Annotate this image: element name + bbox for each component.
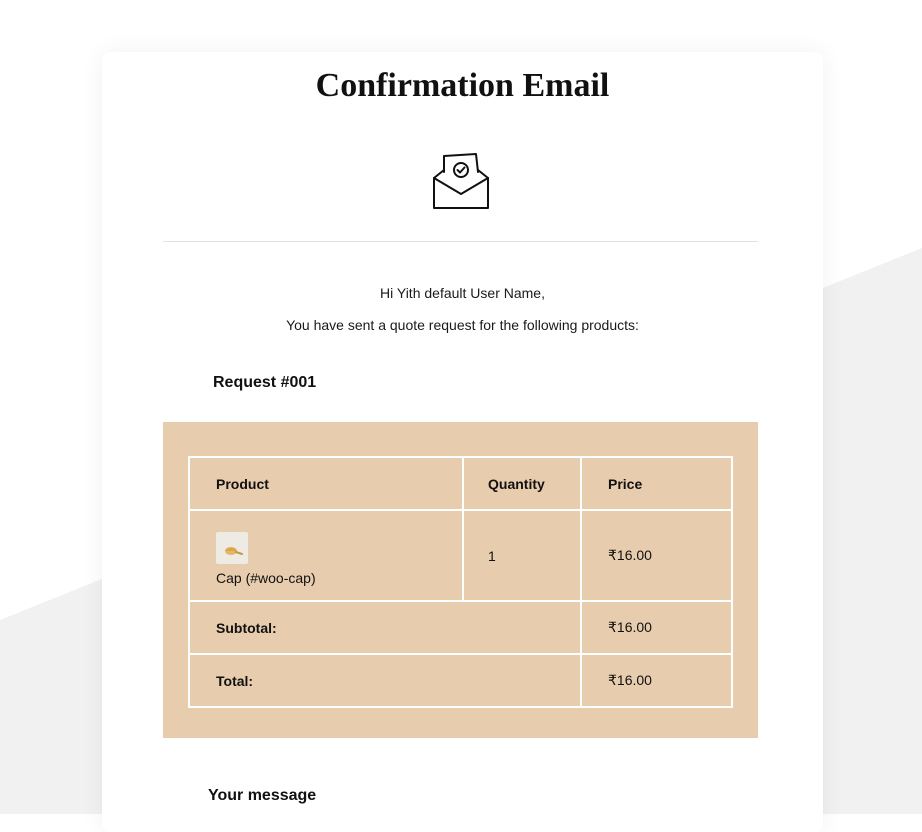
- table-row: Cap (#woo-cap) 1 ₹16.00: [188, 509, 733, 602]
- subtotal-value: ₹16.00: [580, 600, 733, 655]
- header-divider: [163, 241, 758, 242]
- column-header-product: Product: [188, 456, 464, 511]
- cap-thumbnail-icon[interactable]: [216, 531, 248, 564]
- total-label: Total:: [188, 653, 582, 708]
- column-header-price: Price: [580, 456, 733, 511]
- intro-text: You have sent a quote request for the fo…: [286, 317, 639, 333]
- product-cell: Cap (#woo-cap): [188, 509, 464, 602]
- email-title: Confirmation Email: [315, 67, 610, 104]
- subtotal-label: Subtotal:: [188, 600, 582, 655]
- product-price: ₹16.00: [580, 509, 733, 602]
- subtotal-row: Subtotal: ₹16.00: [188, 600, 733, 655]
- product-quantity: 1: [462, 509, 582, 602]
- greeting-text: Hi Yith default User Name,: [380, 285, 545, 301]
- total-value: ₹16.00: [580, 653, 733, 708]
- total-row: Total: ₹16.00: [188, 653, 733, 708]
- envelope-check-icon: [430, 150, 492, 212]
- your-message-heading: Your message: [208, 787, 317, 804]
- table-header-row: Product Quantity Price: [188, 456, 733, 511]
- request-title: Request #001: [213, 374, 317, 391]
- product-name[interactable]: Cap (#woo-cap): [216, 570, 316, 586]
- column-header-quantity: Quantity: [462, 456, 582, 511]
- quote-table: Product Quantity Price Cap (#woo-cap) 1 …: [188, 456, 733, 708]
- email-card: Confirmation Email Hi Yith default User …: [102, 52, 823, 832]
